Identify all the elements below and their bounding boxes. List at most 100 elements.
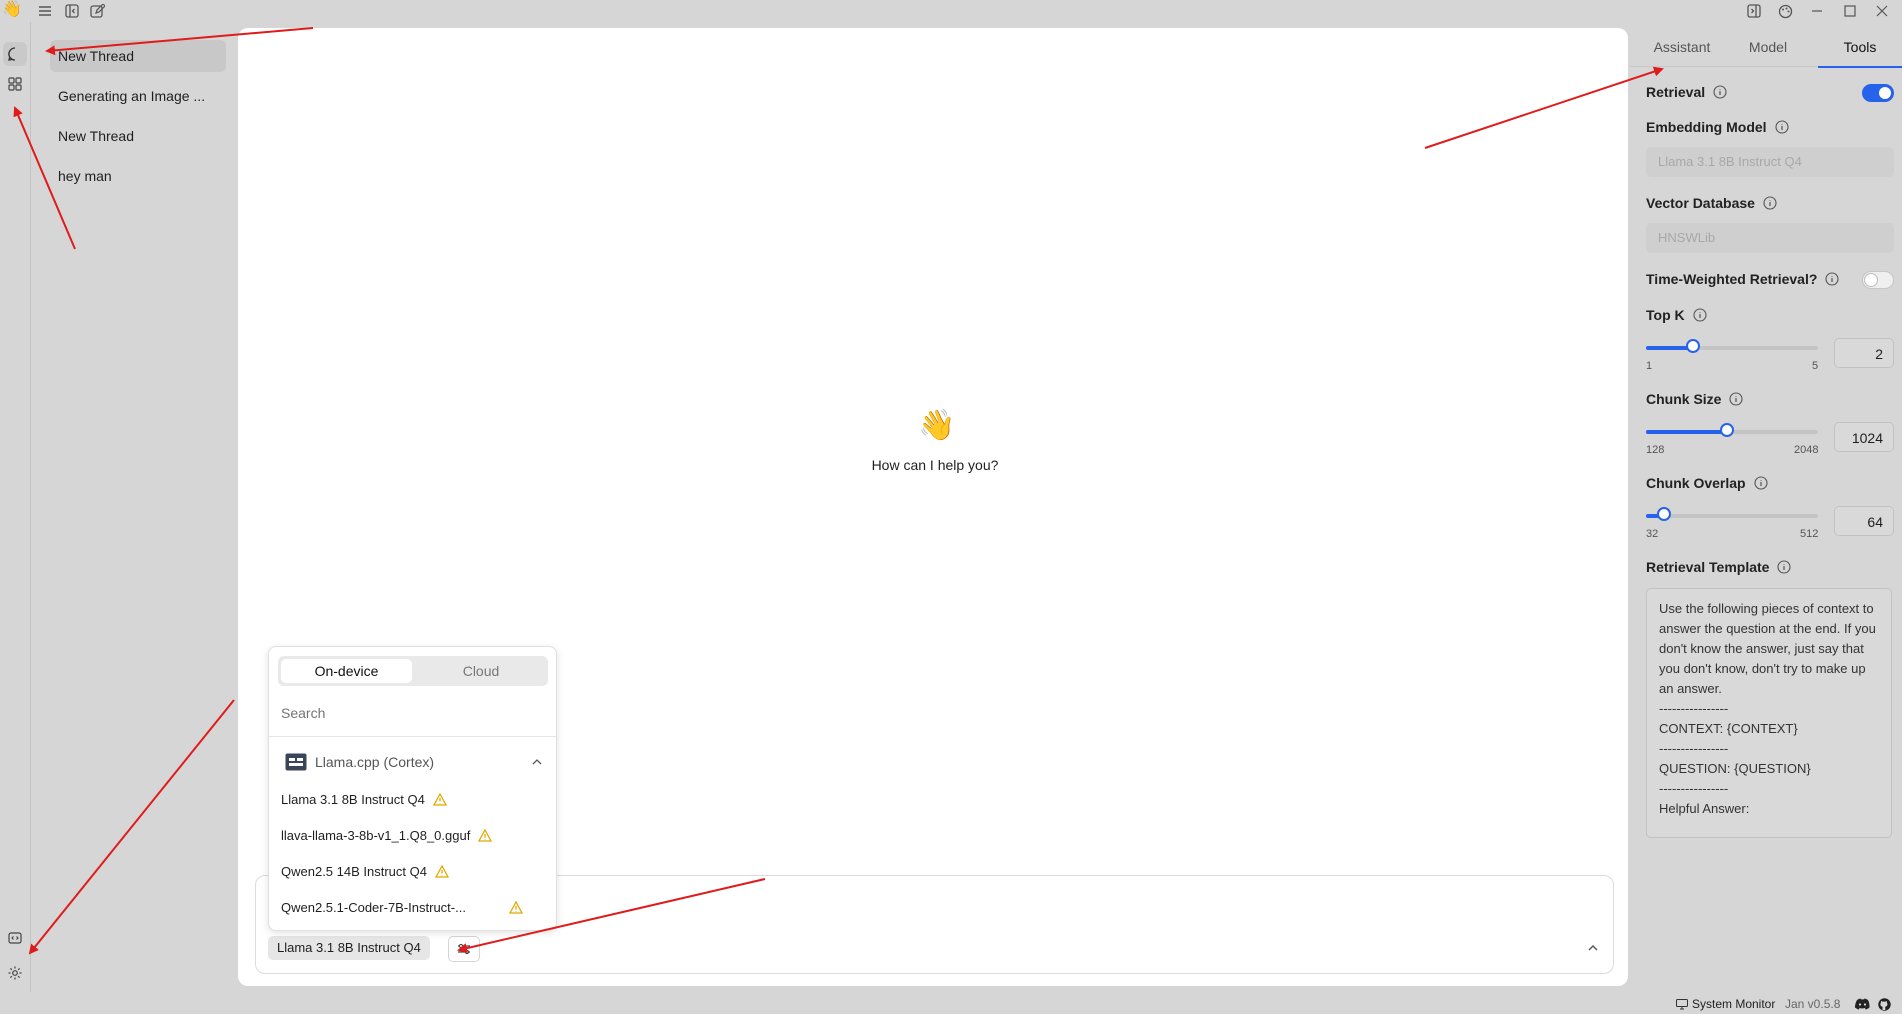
info-icon[interactable] xyxy=(1777,560,1792,574)
warning-icon xyxy=(478,828,493,842)
retrieval-label-text: Retrieval xyxy=(1646,84,1706,100)
model-name: Qwen2.5 14B Instruct Q4 xyxy=(281,863,427,879)
chunk-overlap-value-input[interactable]: 64 xyxy=(1834,506,1894,536)
tab-on-device[interactable]: On-device xyxy=(281,659,412,683)
top-k-slider[interactable] xyxy=(1646,339,1818,353)
embedding-model-label: Embedding Model xyxy=(1646,119,1789,135)
top-k-max: 5 xyxy=(1812,360,1819,372)
retrieval-template-label: Retrieval Template xyxy=(1646,559,1792,575)
retrieval-label: Retrieval xyxy=(1646,84,1727,100)
system-monitor-button[interactable]: System Monitor xyxy=(1676,994,1775,1014)
warning-icon xyxy=(432,792,447,806)
model-list-item[interactable]: Llama 3.1 8B Instruct Q4 xyxy=(281,787,543,811)
title-bar: 👋 xyxy=(0,0,1902,22)
thread-item[interactable]: New Thread xyxy=(50,120,226,152)
collapse-sidebar-icon[interactable] xyxy=(63,2,81,20)
engine-group-label: Llama.cpp (Cortex) xyxy=(315,754,435,770)
retrieval-toggle[interactable] xyxy=(1862,84,1894,102)
settings-icon[interactable] xyxy=(3,961,27,985)
new-thread-icon[interactable] xyxy=(88,2,106,20)
chunk-overlap-slider[interactable] xyxy=(1646,507,1818,521)
chunk-size-min: 128 xyxy=(1646,444,1665,456)
tab-tools[interactable]: Tools xyxy=(1818,28,1902,68)
retrieval-template-textarea[interactable]: Use the following pieces of context to a… xyxy=(1646,588,1892,838)
chunk-overlap-min: 32 xyxy=(1646,528,1659,540)
time-weighted-label-text: Time-Weighted Retrieval? xyxy=(1646,271,1818,287)
chunk-size-value-input[interactable]: 1024 xyxy=(1834,422,1894,452)
slider-thumb[interactable] xyxy=(1686,339,1700,353)
wave-emoji-icon: 👋 xyxy=(918,409,956,442)
info-icon[interactable] xyxy=(1763,196,1777,210)
chat-icon[interactable] xyxy=(3,42,27,66)
system-monitor-label: System Monitor xyxy=(1692,997,1776,1011)
monitor-icon xyxy=(1676,998,1688,1009)
model-list-item[interactable]: Qwen2.5 14B Instruct Q4 xyxy=(281,859,543,883)
info-icon[interactable] xyxy=(1713,85,1727,99)
thread-list: New Thread Generating an Image ... New T… xyxy=(50,40,226,200)
thread-item[interactable]: Generating an Image ... xyxy=(50,80,226,112)
info-icon[interactable] xyxy=(1775,120,1789,134)
slider-thumb[interactable] xyxy=(1657,507,1671,521)
chunk-size-max: 2048 xyxy=(1794,444,1819,456)
thread-item[interactable]: hey man xyxy=(50,160,226,192)
empty-state-greeting: How can I help you? xyxy=(871,457,999,473)
wave-logo-icon: 👋 xyxy=(2,1,22,18)
annotation-arrow xyxy=(28,699,235,955)
toggle-right-panel-icon[interactable] xyxy=(1745,2,1763,20)
github-icon[interactable] xyxy=(1878,994,1891,1014)
close-icon[interactable] xyxy=(1873,2,1891,20)
chunk-overlap-label-text: Chunk Overlap xyxy=(1646,475,1746,491)
info-icon[interactable] xyxy=(1754,476,1768,490)
vector-database-field: HNSWLib xyxy=(1646,223,1894,253)
sliders-icon xyxy=(458,943,470,955)
tab-cloud[interactable]: Cloud xyxy=(417,659,545,683)
model-source-tabs: On-device Cloud xyxy=(278,656,548,686)
model-search-input[interactable] xyxy=(281,705,543,721)
thread-item[interactable]: New Thread xyxy=(50,40,226,72)
model-list-item[interactable]: llava-llama-3-8b-v1_1.Q8_0.gguf xyxy=(281,823,543,847)
chevron-up-icon[interactable] xyxy=(531,756,543,768)
model-list-item[interactable]: Qwen2.5.1-Coder-7B-Instruct-... xyxy=(281,895,543,919)
info-icon[interactable] xyxy=(1825,272,1839,286)
discord-icon[interactable] xyxy=(1855,994,1870,1014)
chunk-overlap-max: 512 xyxy=(1800,528,1819,540)
embedding-model-field: Llama 3.1 8B Instruct Q4 xyxy=(1646,147,1894,177)
model-dropdown: On-device Cloud Llama.cpp (Cortex) Llama… xyxy=(268,646,557,931)
top-k-label: Top K xyxy=(1646,307,1707,323)
info-icon[interactable] xyxy=(1693,308,1707,322)
vector-database-label-text: Vector Database xyxy=(1646,195,1755,211)
model-settings-button[interactable] xyxy=(448,936,480,962)
top-k-value-input[interactable]: 2 xyxy=(1834,338,1894,368)
warning-icon xyxy=(434,864,449,878)
minimize-icon[interactable] xyxy=(1808,2,1826,20)
top-k-label-text: Top K xyxy=(1646,307,1685,323)
local-api-icon[interactable] xyxy=(3,926,27,950)
info-icon[interactable] xyxy=(1729,392,1744,406)
cortex-engine-icon xyxy=(285,753,307,771)
vector-database-label: Vector Database xyxy=(1646,195,1777,211)
version-label: Jan v0.5.8 xyxy=(1785,997,1841,1011)
chunk-size-slider[interactable] xyxy=(1646,423,1818,437)
time-weighted-toggle[interactable] xyxy=(1862,271,1894,289)
warning-icon xyxy=(509,900,523,914)
chunk-overlap-label: Chunk Overlap xyxy=(1646,475,1768,491)
tab-model[interactable]: Model xyxy=(1730,28,1806,66)
engine-group-header[interactable]: Llama.cpp (Cortex) xyxy=(285,751,543,773)
left-rail xyxy=(0,22,31,992)
model-name: llava-llama-3-8b-v1_1.Q8_0.gguf xyxy=(281,827,471,843)
model-name: Qwen2.5.1-Coder-7B-Instruct-... xyxy=(281,899,466,915)
chunk-size-label: Chunk Size xyxy=(1646,391,1744,407)
maximize-icon[interactable] xyxy=(1841,2,1859,20)
right-panel: Assistant Model Tools Retrieval Embeddin… xyxy=(1630,28,1902,992)
hub-grid-icon[interactable] xyxy=(3,72,27,96)
embedding-model-label-text: Embedding Model xyxy=(1646,119,1767,135)
retrieval-template-label-text: Retrieval Template xyxy=(1646,559,1770,575)
model-name: Llama 3.1 8B Instruct Q4 xyxy=(281,791,425,807)
slider-thumb[interactable] xyxy=(1720,423,1734,437)
chevron-up-icon[interactable] xyxy=(1585,940,1601,956)
menu-icon[interactable] xyxy=(36,2,54,20)
tab-assistant[interactable]: Assistant xyxy=(1638,28,1726,66)
palette-icon[interactable] xyxy=(1776,2,1794,20)
model-selector-button[interactable]: Llama 3.1 8B Instruct Q4 xyxy=(268,936,430,960)
chunk-size-label-text: Chunk Size xyxy=(1646,391,1722,407)
